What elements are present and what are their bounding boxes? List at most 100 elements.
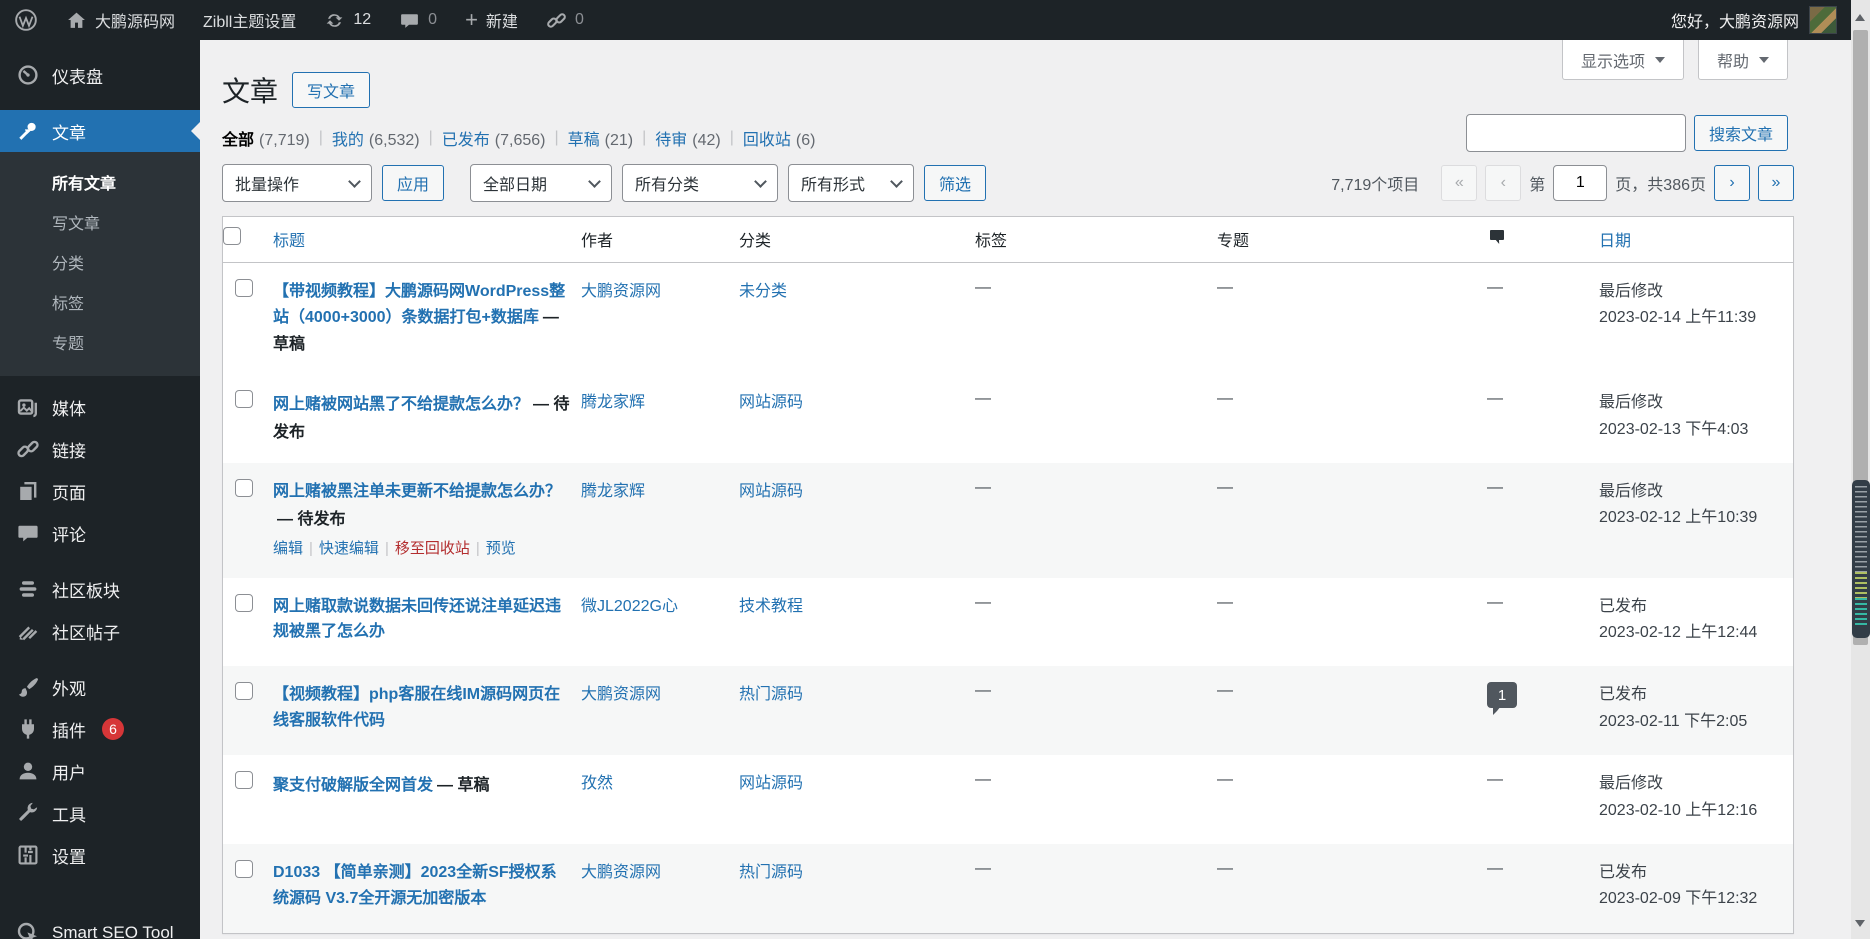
submenu-topics[interactable]: 专题 <box>0 322 200 362</box>
row-checkbox[interactable] <box>235 279 253 297</box>
author-link[interactable]: 微JL2022G心 <box>581 598 678 615</box>
row-checkbox[interactable] <box>235 682 253 700</box>
scroll-up-arrow-icon[interactable] <box>1855 9 1865 21</box>
category-link[interactable]: 网站源码 <box>739 394 803 411</box>
apply-button[interactable]: 应用 <box>382 165 444 201</box>
sidebar-item-links[interactable]: 链接 <box>0 428 200 470</box>
browser-scrollbar[interactable] <box>1851 0 1870 939</box>
category-link[interactable]: 热门源码 <box>739 686 803 703</box>
prev-page-button[interactable]: ‹ <box>1485 165 1521 201</box>
sort-date-header[interactable]: 日期 <box>1599 233 1631 250</box>
sort-title-header[interactable]: 标题 <box>273 233 305 250</box>
last-page-button[interactable]: » <box>1758 165 1794 201</box>
edit-action[interactable]: 编辑 <box>273 540 303 557</box>
category-link[interactable]: 网站源码 <box>739 775 803 792</box>
first-page-button[interactable]: « <box>1441 165 1477 201</box>
date-filter-select[interactable]: 全部日期 <box>470 164 612 202</box>
author-link[interactable]: 腾龙家辉 <box>581 483 645 500</box>
sidebar-item-posts[interactable]: 文章 <box>0 110 200 152</box>
category-link[interactable]: 未分类 <box>739 283 787 300</box>
sidebar-item-dashboard[interactable]: 仪表盘 <box>0 54 200 96</box>
author-link[interactable]: 孜然 <box>581 775 613 792</box>
sidebar-item-label: 文章 <box>52 119 86 144</box>
post-title-link[interactable]: 网上赌被网站黑了不给提款怎么办？ <box>273 396 529 413</box>
comment-count-bubble[interactable]: 1 <box>1487 682 1517 708</box>
sidebar-item-community-posts[interactable]: 社区帖子 <box>0 610 200 652</box>
select-all-checkbox[interactable] <box>223 227 241 245</box>
add-new-post-button[interactable]: 写文章 <box>292 72 370 108</box>
admin-bar-site-menu[interactable]: 大鹏源码网 <box>52 0 189 40</box>
view-trash[interactable]: 回收站(6) <box>743 126 816 150</box>
sidebar-item-users[interactable]: 用户 <box>0 750 200 792</box>
bulk-actions-select[interactable]: 批量操作 <box>222 164 372 202</box>
row-checkbox[interactable] <box>235 860 253 878</box>
category-filter-select[interactable]: 所有分类 <box>622 164 778 202</box>
sidebar-item-smart-seo-tool[interactable]: Smart SEO Tool <box>0 912 200 939</box>
author-link[interactable]: 大鹏资源网 <box>581 283 661 300</box>
admin-bar-new[interactable]: + 新建 <box>451 0 532 40</box>
format-filter-select[interactable]: 所有形式 <box>788 164 914 202</box>
category-link[interactable]: 网站源码 <box>739 483 803 500</box>
help-button[interactable]: 帮助 <box>1698 40 1788 80</box>
date-value: 2023-02-10 上午12:16 <box>1599 798 1783 824</box>
view-pending[interactable]: 待审(42) <box>655 126 720 150</box>
preview-action[interactable]: 预览 <box>486 540 516 557</box>
view-draft[interactable]: 草稿(21) <box>568 126 633 150</box>
admin-bar-my-account[interactable]: 您好，大鹏资源网 <box>1671 6 1851 34</box>
current-page-input[interactable] <box>1553 165 1607 201</box>
sidebar-item-label: 用户 <box>52 759 86 784</box>
submenu-add-new[interactable]: 写文章 <box>0 202 200 242</box>
comments-bubble-icon <box>16 521 40 545</box>
date-status: 最后修改 <box>1599 771 1783 797</box>
category-link[interactable]: 热门源码 <box>739 864 803 881</box>
trash-action[interactable]: 移至回收站 <box>395 540 470 557</box>
submenu-all-posts[interactable]: 所有文章 <box>0 162 200 202</box>
tags-value: — <box>975 263 1217 374</box>
submenu-tags[interactable]: 标签 <box>0 282 200 322</box>
view-mine[interactable]: 我的(6,532) <box>332 126 420 150</box>
admin-bar-theme-settings[interactable]: Zibll主题设置 <box>189 0 310 40</box>
sidebar-item-media[interactable]: 媒体 <box>0 386 200 428</box>
sidebar-item-appearance[interactable]: 外观 <box>0 666 200 708</box>
sidebar-item-tools[interactable]: 工具 <box>0 792 200 834</box>
author-link[interactable]: 大鹏资源网 <box>581 686 661 703</box>
author-link[interactable]: 腾龙家辉 <box>581 394 645 411</box>
category-link[interactable]: 技术教程 <box>739 598 803 615</box>
view-published[interactable]: 已发布(7,656) <box>442 126 546 150</box>
scroll-down-arrow-icon[interactable] <box>1855 920 1865 932</box>
topic-value: — <box>1217 666 1487 755</box>
next-page-button[interactable]: › <box>1714 165 1750 201</box>
sidebar-item-pages[interactable]: 页面 <box>0 470 200 512</box>
sidebar-item-plugins[interactable]: 插件 6 <box>0 708 200 750</box>
post-title-link[interactable]: 聚支付破解版全网首发 <box>273 777 433 794</box>
sidebar-item-comments[interactable]: 评论 <box>0 512 200 554</box>
quick-edit-action[interactable]: 快速编辑 <box>319 540 379 557</box>
admin-bar-links[interactable]: 0 <box>532 0 598 40</box>
table-row: 【视频教程】php客服在线IM源码网页在线客服软件代码 大鹏资源网 热门源码 —… <box>223 666 1793 755</box>
sidebar-item-community-board[interactable]: 社区板块 <box>0 568 200 610</box>
screen-options-button[interactable]: 显示选项 <box>1562 40 1684 80</box>
search-posts-button[interactable]: 搜索文章 <box>1694 115 1788 151</box>
wp-logo-menu[interactable] <box>0 0 52 40</box>
post-title-link[interactable]: 网上赌取款说数据未回传还说注单延迟违规被黑了怎么办 <box>273 598 561 641</box>
post-title-link[interactable]: 【带视频教程】大鹏源码网WordPress整站（4000+3000）条数据打包+… <box>273 283 565 326</box>
row-checkbox[interactable] <box>235 390 253 408</box>
admin-bar-updates[interactable]: 12 <box>310 0 385 40</box>
post-title-link[interactable]: D1033 【简单亲测】2023全新SF授权系统源码 V3.7全开源无加密版本 <box>273 864 557 907</box>
post-title-link[interactable]: 网上赌被黑注单未更新不给提款怎么办？ <box>273 483 561 500</box>
search-input[interactable] <box>1466 114 1686 152</box>
row-checkbox[interactable] <box>235 594 253 612</box>
sidebar-item-settings[interactable]: 设置 <box>0 834 200 876</box>
seo-pointer-icon <box>16 921 40 939</box>
chevron-down-icon <box>348 175 361 188</box>
admin-bar-comments[interactable]: 0 <box>385 0 451 40</box>
greeting-text: 您好，大鹏资源网 <box>1671 8 1799 32</box>
row-checkbox[interactable] <box>235 479 253 497</box>
filter-button[interactable]: 筛选 <box>924 165 986 201</box>
submenu-categories[interactable]: 分类 <box>0 242 200 282</box>
author-link[interactable]: 大鹏资源网 <box>581 864 661 881</box>
view-all[interactable]: 全部(7,719) <box>222 126 310 150</box>
table-row: D1033 【简单亲测】2023全新SF授权系统源码 V3.7全开源无加密版本 … <box>223 844 1793 933</box>
post-title-link[interactable]: 【视频教程】php客服在线IM源码网页在线客服软件代码 <box>273 686 560 729</box>
row-checkbox[interactable] <box>235 771 253 789</box>
